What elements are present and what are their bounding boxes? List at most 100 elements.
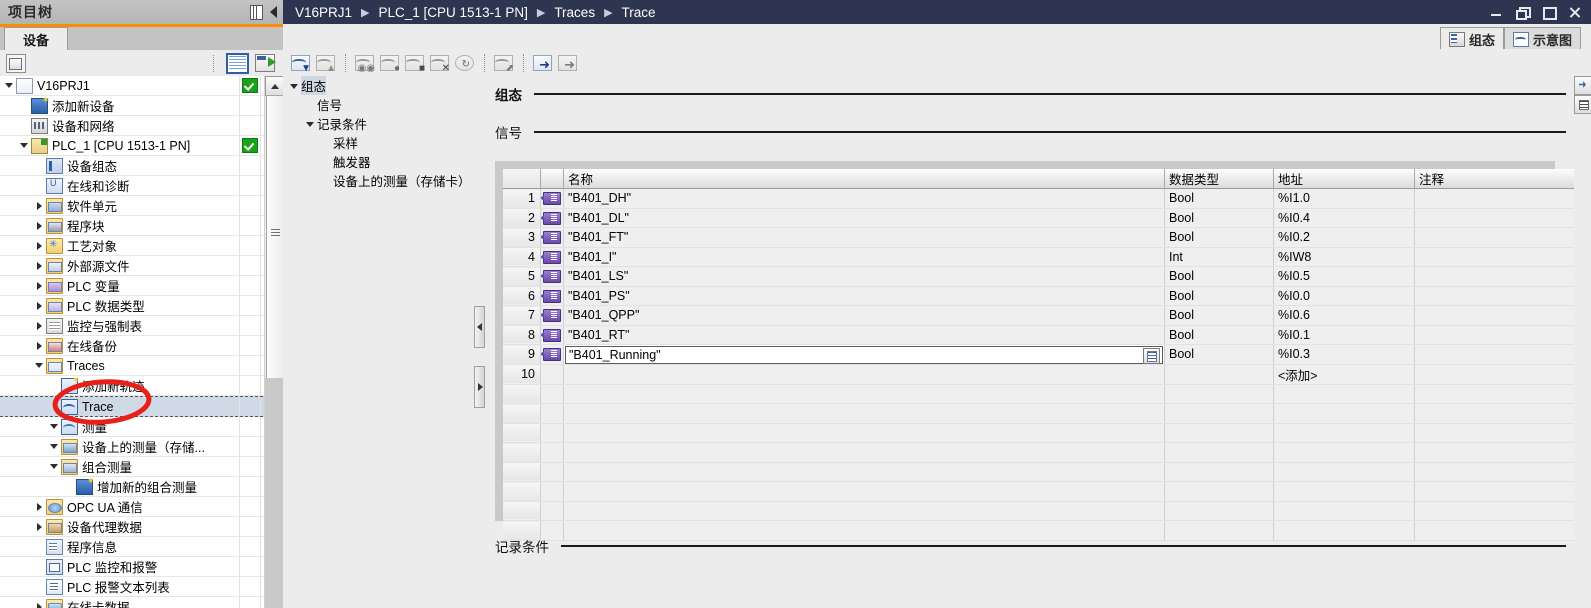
transfer-to-device-icon[interactable]: ▼: [289, 53, 311, 74]
tree-item-3[interactable]: PLC_1 [CPU 1513-1 PN]: [0, 136, 283, 156]
columns-icon[interactable]: [250, 4, 263, 20]
chevron-right-icon[interactable]: [34, 521, 45, 532]
cell-address[interactable]: %I1.0: [1273, 188, 1415, 209]
cell-datatype[interactable]: [1164, 364, 1274, 385]
table-row[interactable]: 6 "B401_PS" Bool %I0.0: [503, 286, 1586, 306]
project-tree-scrollbar[interactable]: [264, 76, 285, 608]
col-name[interactable]: 名称: [563, 169, 1165, 189]
tree-item-15[interactable]: 添加新轨迹: [0, 376, 283, 396]
tree-item-10[interactable]: PLC 变量: [0, 276, 283, 296]
table-row[interactable]: 4 "B401_I" Int %IW8: [503, 247, 1586, 267]
chevron-down-icon[interactable]: [19, 140, 30, 151]
tree-item-14[interactable]: Traces: [0, 356, 283, 376]
export-icon[interactable]: [255, 54, 276, 72]
cell-name[interactable]: "B401_DH": [563, 188, 1165, 209]
table-row-empty[interactable]: [503, 462, 1586, 482]
cell-address[interactable]: %I0.2: [1273, 227, 1415, 248]
tree-item-5[interactable]: 在线和诊断: [0, 176, 283, 196]
record-stop-icon[interactable]: ■: [403, 53, 425, 74]
filter-icon[interactable]: [6, 53, 26, 73]
tree-item-16[interactable]: Trace: [0, 396, 283, 417]
tree-item-2[interactable]: 设备和网络: [0, 116, 283, 136]
prev-measurement-icon[interactable]: ➜: [556, 53, 578, 72]
cell-datatype[interactable]: Bool: [1164, 325, 1274, 345]
tree-item-21[interactable]: OPC UA 通信: [0, 497, 283, 517]
chevron-down-icon[interactable]: [305, 118, 317, 130]
cell-name[interactable]: "B401_QPP": [563, 305, 1165, 326]
table-row[interactable]: 3 "B401_FT" Bool %I0.2: [503, 227, 1586, 248]
chevron-right-icon[interactable]: [34, 320, 45, 331]
maximize-icon[interactable]: [1542, 6, 1557, 20]
cell-datatype[interactable]: Bool: [1164, 266, 1274, 287]
tree-item-25[interactable]: PLC 报警文本列表: [0, 577, 283, 597]
table-row-empty[interactable]: [503, 442, 1586, 463]
cell-comment[interactable]: [1414, 188, 1586, 209]
chevron-right-icon[interactable]: [34, 601, 45, 608]
tab-devices[interactable]: 设备: [4, 27, 68, 51]
scroll-up-button[interactable]: [265, 76, 285, 96]
splitter-collapse-right[interactable]: [474, 366, 485, 408]
table-row[interactable]: 1 "B401_DH" Bool %I1.0: [503, 188, 1586, 209]
chevron-right-icon[interactable]: [34, 240, 45, 251]
refresh-icon[interactable]: ↻: [453, 53, 475, 72]
cell-name[interactable]: "B401_Running": [563, 344, 1165, 365]
chevron-right-icon[interactable]: [34, 280, 45, 291]
table-row[interactable]: 9 "B401_Running" Bool %I0.3: [503, 344, 1586, 365]
cell-comment[interactable]: [1414, 344, 1586, 365]
config-nav-item-0[interactable]: 组态: [283, 76, 471, 95]
col-datatype[interactable]: 数据类型: [1164, 169, 1274, 189]
tree-item-22[interactable]: 设备代理数据: [0, 517, 283, 537]
table-row[interactable]: 5 "B401_LS" Bool %I0.5: [503, 266, 1586, 287]
tree-item-24[interactable]: PLC 监控和报警: [0, 557, 283, 577]
cell-comment[interactable]: [1414, 286, 1586, 306]
chevron-down-icon[interactable]: [4, 80, 15, 91]
cell-name[interactable]: "B401_RT": [563, 325, 1165, 345]
minimize-icon[interactable]: [1490, 6, 1503, 18]
col-rownum[interactable]: [503, 169, 541, 189]
config-nav-item-5[interactable]: 设备上的测量（存储卡）: [283, 171, 471, 190]
tab-configuration[interactable]: 组态: [1439, 27, 1504, 51]
cell-name[interactable]: "B401_I": [563, 247, 1165, 267]
cell-address[interactable]: %I0.3: [1273, 344, 1415, 365]
col-comment[interactable]: 注释: [1414, 169, 1586, 189]
panel-splitter[interactable]: [471, 76, 485, 608]
scrollbar-trough[interactable]: [265, 378, 284, 608]
cell-address[interactable]: %I0.6: [1273, 305, 1415, 326]
open-panel-icon[interactable]: [1574, 76, 1591, 95]
tree-item-12[interactable]: 监控与强制表: [0, 316, 283, 336]
tree-item-13[interactable]: 在线备份: [0, 336, 283, 356]
cell-comment[interactable]: [1414, 227, 1586, 248]
cell-datatype[interactable]: Bool: [1164, 188, 1274, 209]
browse-tag-button[interactable]: [1143, 348, 1160, 364]
monitor-icon[interactable]: ◉◉: [353, 53, 375, 74]
cell-name[interactable]: "B401_LS": [563, 266, 1165, 287]
project-tree[interactable]: V16PRJ1 添加新设备设备和网络 PLC_1 [CPU 1513-1 PN] 设备…: [0, 76, 283, 608]
tree-item-11[interactable]: PLC 数据类型: [0, 296, 283, 316]
cell-address[interactable]: %I0.1: [1273, 325, 1415, 345]
table-row[interactable]: 2 "B401_DL" Bool %I0.4: [503, 208, 1586, 228]
table-row-empty[interactable]: [503, 481, 1586, 502]
cell-name[interactable]: "B401_PS": [563, 286, 1165, 306]
cell-name[interactable]: [563, 364, 1165, 385]
cell-comment[interactable]: [1414, 266, 1586, 287]
config-nav-item-2[interactable]: 记录条件: [283, 114, 471, 133]
tab-schematic[interactable]: 示意图: [1503, 27, 1581, 51]
chevron-down-icon[interactable]: [289, 80, 301, 92]
table-row[interactable]: 8 "B401_RT" Bool %I0.1: [503, 325, 1586, 345]
save-measurement-icon[interactable]: ⬈: [492, 53, 514, 74]
table-row-empty[interactable]: [503, 403, 1586, 424]
chevron-right-icon[interactable]: [34, 220, 45, 231]
table-row-empty[interactable]: [503, 384, 1586, 404]
col-address[interactable]: 地址: [1273, 169, 1415, 189]
record-delete-icon[interactable]: ✕: [428, 53, 450, 74]
table-row[interactable]: 10 <添加>: [503, 364, 1586, 385]
config-nav-item-1[interactable]: 信号: [283, 95, 471, 114]
cell-comment[interactable]: [1414, 364, 1586, 385]
next-measurement-icon[interactable]: ➜: [531, 53, 553, 72]
breadcrumb-traces[interactable]: Traces: [552, 5, 597, 20]
table-row-empty[interactable]: [503, 501, 1586, 521]
cell-datatype[interactable]: Bool: [1164, 344, 1274, 365]
cell-datatype[interactable]: Int: [1164, 247, 1274, 267]
configuration-nav[interactable]: 组态 信号 记录条件 采样 触发器 设备上的测量（存储卡）: [283, 76, 472, 608]
signal-table[interactable]: 名称 数据类型 地址 注释 1 "B401_DH" Bool %I1.0 2 "B401_…: [503, 169, 1586, 541]
